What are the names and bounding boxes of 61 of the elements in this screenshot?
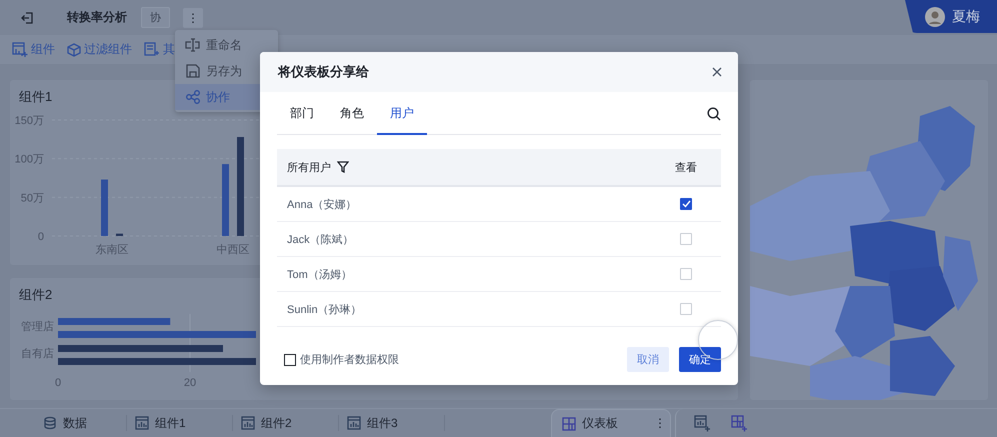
dialog-title: 将仪表板分享给	[278, 63, 369, 81]
user-name: Sunlin（孙琳）	[287, 302, 362, 316]
tab[interactable]: 用户	[377, 94, 427, 135]
axis-label: 0	[54, 377, 62, 389]
dashboard-icon	[562, 416, 576, 430]
menu-item[interactable]: 重命名	[175, 32, 278, 58]
cancel-button[interactable]: 取消	[627, 347, 669, 372]
column-header: 所有用户	[287, 160, 331, 174]
option-label: 使用制作者数据权限	[300, 353, 399, 367]
user-name: 夏梅	[952, 8, 980, 26]
sheet-tab[interactable]: 数据	[0, 415, 127, 431]
cube-icon	[67, 42, 81, 56]
category-label: 自有店	[21, 348, 54, 360]
chart-bar	[116, 234, 123, 236]
list-add-icon	[144, 42, 160, 58]
save-icon	[185, 63, 201, 79]
back-icon	[20, 10, 34, 24]
sheet-tab[interactable]: 组件2	[233, 415, 339, 431]
avatar-icon	[925, 6, 945, 26]
category-label: 管理店	[21, 321, 54, 333]
bar-chart-icon	[347, 416, 361, 430]
category-label: 中西区	[216, 244, 250, 256]
axis-label: 100万	[14, 154, 44, 166]
dashboard-title: 转换率分析	[67, 9, 127, 26]
user-tab[interactable]: 夏梅	[905, 0, 997, 33]
rename-icon	[185, 37, 201, 53]
chart-bar	[222, 164, 229, 236]
chart-add-icon[interactable]	[694, 414, 711, 432]
more-button[interactable]: ⋮	[653, 409, 667, 437]
user-name: Tom（汤姆）	[287, 268, 352, 282]
card-title: 组件1	[19, 88, 52, 106]
bar-chart-icon	[241, 416, 255, 430]
toolbar-button[interactable]: 组件	[12, 41, 55, 58]
axis-label: 150万	[14, 115, 44, 127]
user-name: Jack（陈斌）	[287, 232, 354, 246]
card-title: 组件2	[19, 286, 52, 304]
axis-label: 50万	[20, 192, 44, 204]
chart-bar	[101, 180, 108, 236]
database-icon	[43, 416, 57, 430]
confirm-button[interactable]: 确定	[679, 347, 721, 372]
more-button[interactable]: ⋮	[183, 8, 203, 28]
tab[interactable]: 角色	[327, 94, 377, 135]
close-button[interactable]	[712, 67, 722, 77]
bar-chart-icon	[135, 416, 149, 430]
search-button[interactable]	[707, 107, 721, 121]
checkbox[interactable]	[284, 354, 296, 366]
category-label: 东南区	[96, 244, 128, 256]
collab-badge: 协	[141, 7, 170, 28]
sheet-tab[interactable]: 组件3	[339, 415, 445, 431]
checkbox[interactable]	[680, 198, 692, 210]
chart-add-icon	[12, 42, 28, 58]
tab[interactable]: 部门	[277, 94, 327, 135]
toolbar-button[interactable]: 其	[144, 41, 175, 58]
column-header: 查看	[675, 160, 697, 174]
sheet-tab[interactable]: 组件1	[127, 415, 233, 431]
user-name: Anna（安娜）	[287, 198, 357, 212]
filter-icon[interactable]	[337, 161, 349, 173]
axis-label: 20	[184, 377, 196, 389]
axis-label: 0	[38, 231, 44, 243]
toolbar-button[interactable]: 过滤组件	[67, 41, 132, 58]
share-icon	[185, 89, 201, 105]
